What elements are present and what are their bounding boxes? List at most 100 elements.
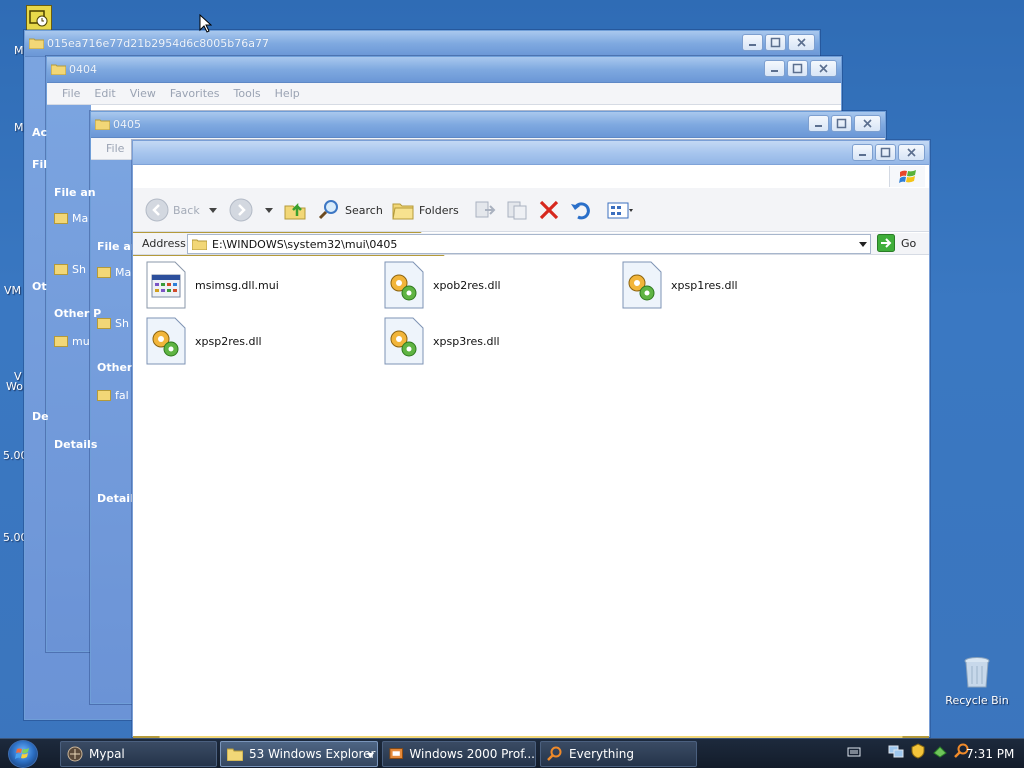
task-everything[interactable]: Everything [540, 741, 697, 767]
task-pane-item[interactable]: Ma [97, 266, 131, 279]
folders-button[interactable]: Folders [391, 198, 459, 222]
explorer-window-front[interactable]: 0405 File Edit View Favorites Tools Help… [106, 140, 956, 768]
desktop-shortcut-icon[interactable] [26, 5, 52, 31]
folder-icon [54, 213, 68, 224]
chevron-down-icon[interactable] [209, 208, 217, 213]
address-path: E:\WINDOWS\system32\mui\0405 [212, 237, 398, 251]
clock[interactable]: 7:31 PM [966, 747, 1014, 761]
file-item[interactable]: msimsg.dll.mui [145, 261, 279, 309]
folder-icon [192, 239, 207, 250]
title-bar[interactable]: 0404 [47, 57, 841, 83]
address-input[interactable]: E:\WINDOWS\system32\mui\0405 [187, 234, 871, 254]
maximize-icon [880, 147, 891, 158]
share-folder-icon [97, 318, 111, 329]
file-item[interactable]: xpsp3res.dll [383, 317, 500, 365]
everything-search-icon [547, 746, 562, 761]
address-bar: Address E:\WINDOWS\system32\mui\0405 Go [133, 233, 929, 255]
up-folder-button[interactable] [283, 198, 307, 222]
file-item[interactable]: xpob2res.dll [383, 261, 501, 309]
menu-view[interactable]: View [123, 87, 163, 100]
close-button[interactable] [810, 60, 837, 77]
minimize-icon [749, 44, 756, 46]
copy-to-button[interactable] [505, 198, 529, 222]
maximize-button[interactable] [875, 144, 896, 161]
maximize-button[interactable] [765, 34, 786, 51]
chevron-down-icon[interactable] [858, 239, 868, 249]
security-shield-icon[interactable] [910, 743, 926, 759]
start-button[interactable] [8, 740, 38, 768]
forward-button[interactable] [229, 198, 253, 222]
move-to-icon [475, 201, 496, 218]
undo-button[interactable] [569, 198, 593, 222]
file-item[interactable]: xpsp2res.dll [145, 317, 262, 365]
views-button[interactable] [607, 198, 633, 222]
move-to-button[interactable] [473, 198, 497, 222]
delete-x-icon [539, 200, 559, 220]
desktop-fragment: Wo [6, 380, 23, 393]
task-pane-header: Ot [32, 280, 47, 293]
virtual-machine-icon [389, 748, 403, 759]
menu-file[interactable]: File [99, 142, 131, 155]
folder-icon [29, 38, 44, 49]
folders-icon [392, 203, 414, 220]
keyboard-icon[interactable] [846, 743, 862, 759]
undo-icon [571, 202, 590, 220]
mui-file-icon [146, 261, 186, 309]
folder-icon [97, 390, 111, 401]
chevron-down-icon[interactable] [265, 208, 273, 213]
close-button[interactable] [788, 34, 815, 51]
task-pane-item[interactable]: Ma [54, 212, 88, 225]
maximize-button[interactable] [831, 115, 852, 132]
minimize-button[interactable] [852, 144, 873, 161]
dll-file-icon [384, 317, 424, 365]
file-list: msimsg.dll.mui xpob2res.dll xpsp1res.dll [133, 256, 929, 736]
minimize-icon [771, 70, 778, 72]
task-windows-2000[interactable]: Windows 2000 Prof... [382, 741, 536, 767]
mouse-cursor-icon [199, 14, 212, 33]
search-icon [318, 200, 338, 220]
delete-button[interactable] [537, 198, 561, 222]
file-item[interactable]: xpsp1res.dll [621, 261, 738, 309]
minimize-button[interactable] [764, 60, 785, 77]
safely-remove-icon[interactable] [932, 743, 948, 759]
desktop-fragment: VM [4, 284, 22, 297]
title-bar[interactable]: 0405 [106, 141, 956, 768]
minimize-icon [815, 125, 822, 127]
menu-edit[interactable]: Edit [87, 87, 122, 100]
close-icon [819, 64, 828, 73]
task-mypal[interactable]: Mypal [60, 741, 217, 767]
mypal-icon [67, 746, 83, 762]
close-icon [863, 119, 872, 128]
maximize-button[interactable] [787, 60, 808, 77]
menu-tools[interactable]: Tools [227, 87, 268, 100]
minimize-button[interactable] [808, 115, 829, 132]
task-pane-item[interactable]: Sh [54, 263, 86, 276]
close-button[interactable] [898, 144, 925, 161]
views-icon [607, 202, 633, 219]
close-icon [797, 38, 806, 47]
minimize-button[interactable] [742, 34, 763, 51]
go-button[interactable]: Go [877, 234, 916, 252]
task-pane-item[interactable]: mu [54, 335, 90, 348]
toolbar: Back Search Folders [133, 188, 929, 232]
menu-help[interactable]: Help [268, 87, 307, 100]
maximize-icon [836, 118, 847, 129]
minimize-icon [859, 154, 866, 156]
recycle-bin[interactable]: Recycle Bin [945, 656, 1009, 707]
task-windows-explorer[interactable]: 53 Windows Explorer [220, 741, 378, 767]
back-button[interactable]: Back [145, 198, 200, 222]
folder-icon [227, 748, 243, 761]
task-pane-item[interactable]: fal [97, 389, 129, 402]
task-pane-item[interactable]: Sh [97, 317, 129, 330]
window-title: 015ea716e77d21b2954d6c8005b76a77 [47, 37, 269, 50]
folder-icon [97, 267, 111, 278]
task-pane-header: Other P [54, 307, 102, 320]
search-button[interactable]: Search [317, 198, 383, 222]
menu-favorites[interactable]: Favorites [163, 87, 227, 100]
forward-arrow-icon [229, 198, 253, 222]
title-bar[interactable]: 015ea716e77d21b2954d6c8005b76a77 [25, 31, 819, 57]
network-icon[interactable] [888, 743, 904, 759]
close-button[interactable] [854, 115, 881, 132]
title-bar[interactable]: 0405 [91, 112, 885, 138]
menu-file[interactable]: File [55, 87, 87, 100]
